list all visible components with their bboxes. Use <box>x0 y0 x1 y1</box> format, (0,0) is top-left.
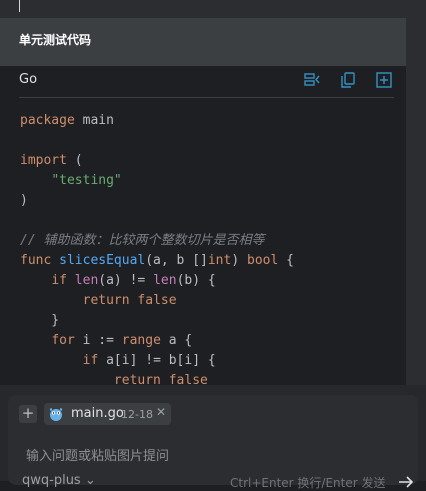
code-content: package main import ( "testing" ) // 辅助函… <box>20 113 294 385</box>
new-file-icon[interactable] <box>375 71 393 89</box>
add-context-button[interactable]: + <box>19 405 37 423</box>
gopher-icon <box>49 408 63 421</box>
chat-input-placeholder[interactable]: 输入问题或粘贴图片提问 <box>26 445 169 464</box>
code-token: package <box>20 113 75 128</box>
code-language-label: Go <box>19 72 38 87</box>
send-arrow-icon[interactable] <box>398 475 414 489</box>
keyboard-hint: Ctrl+Enter 换行/Enter 发送 <box>230 476 386 490</box>
file-chip-close-icon[interactable]: ✕ <box>156 405 166 419</box>
code-block: Go package main import ( "testing" ) // … <box>8 66 406 385</box>
previous-message-area <box>0 0 406 18</box>
file-chip-name: main.go <box>71 406 124 421</box>
insert-at-cursor-icon[interactable] <box>303 71 321 89</box>
text-cursor <box>19 0 20 12</box>
code-header-divider <box>19 97 394 98</box>
chat-input-bar: + main.go 12-18 ✕ 输入问题或粘贴图片提问 qwq-plus ⌄… <box>0 385 426 490</box>
copy-icon[interactable] <box>339 71 357 89</box>
file-context-chip[interactable]: main.go 12-18 ✕ <box>44 403 171 425</box>
section-title: 单元测试代码 <box>19 33 92 47</box>
section-header: 单元测试代码 <box>0 18 406 66</box>
file-chip-range: 12-18 <box>121 408 153 421</box>
chat-input-box[interactable]: + main.go 12-18 ✕ 输入问题或粘贴图片提问 qwq-plus ⌄… <box>8 395 418 490</box>
